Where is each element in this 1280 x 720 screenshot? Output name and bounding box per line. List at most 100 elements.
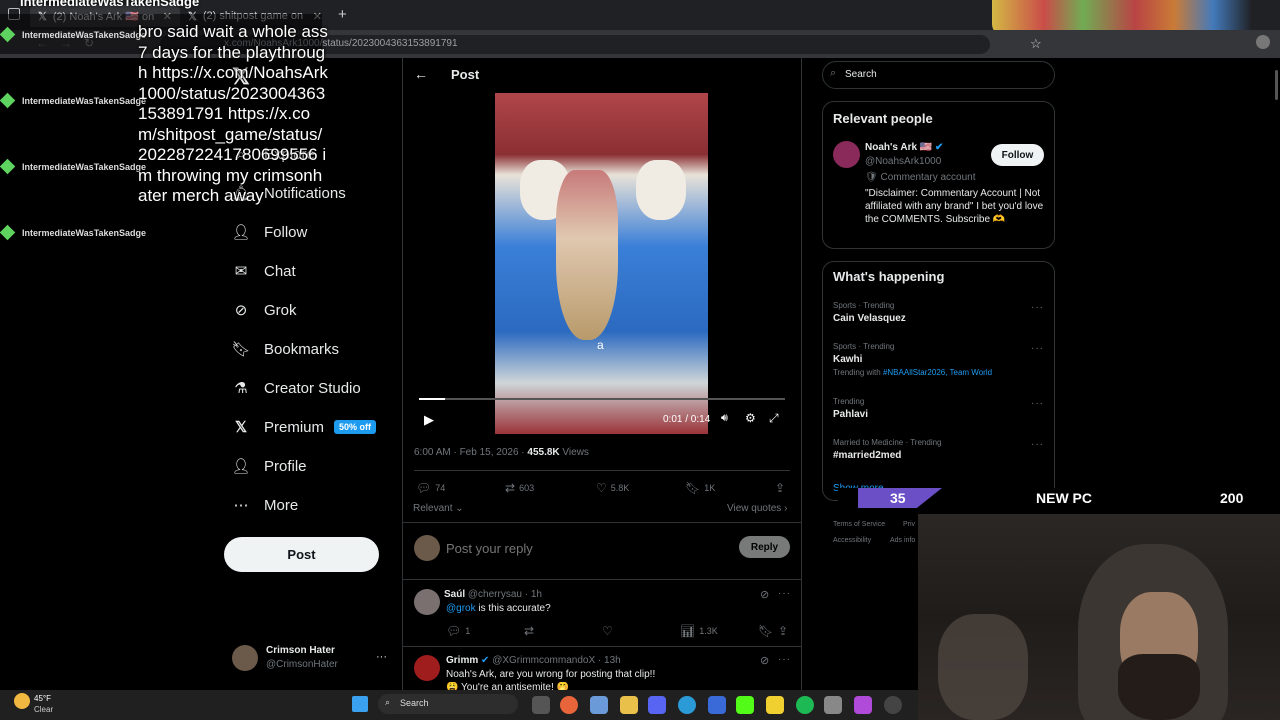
- more-icon[interactable]: ···: [778, 588, 791, 599]
- app-icon[interactable]: [824, 696, 842, 714]
- fullscreen-icon[interactable]: ⤢: [769, 411, 779, 426]
- follow-button[interactable]: Follow: [991, 144, 1044, 166]
- reply-avatar[interactable]: [414, 589, 440, 615]
- new-tab-button[interactable]: +: [338, 6, 347, 23]
- repost-action[interactable]: ⇄ 603: [505, 481, 534, 495]
- footer-link[interactable]: Accessibility: [833, 537, 871, 544]
- settings-gear-icon[interactable]: ⚙: [745, 411, 756, 425]
- sort-dropdown[interactable]: Relevant ⌄: [413, 503, 464, 514]
- firefox-icon[interactable]: [560, 696, 578, 714]
- trend-item[interactable]: Married to Medicine · Trending #married2…: [833, 438, 1045, 468]
- copilot-icon[interactable]: [590, 696, 608, 714]
- edge-icon[interactable]: [678, 696, 696, 714]
- trend-extra: Trending with #NBAAllStar2026, Team Worl…: [833, 368, 1045, 377]
- notes-icon[interactable]: [766, 696, 784, 714]
- kick-icon[interactable]: [736, 696, 754, 714]
- more-icon[interactable]: ···: [1031, 439, 1044, 450]
- folder-icon[interactable]: [620, 696, 638, 714]
- spotify-icon[interactable]: [796, 696, 814, 714]
- person-name-text: Noah's Ark 🇺🇸: [865, 142, 933, 153]
- post-button[interactable]: Post: [224, 537, 379, 572]
- stats-right-value: 200: [1220, 490, 1244, 506]
- weather-icon[interactable]: [14, 693, 30, 709]
- more-icon[interactable]: ···: [1031, 398, 1044, 409]
- reply-input[interactable]: [446, 537, 726, 559]
- more-icon[interactable]: ···: [1031, 343, 1044, 354]
- grok-icon[interactable]: ⊘: [760, 588, 769, 601]
- trend-hashtag-link[interactable]: #NBAAllStar2026, Team World: [883, 368, 992, 377]
- search-input[interactable]: Search: [822, 61, 1055, 89]
- repost-icon[interactable]: ⇄: [524, 624, 534, 638]
- reply-action[interactable]: 💬︎ 1: [446, 624, 470, 638]
- trend-item[interactable]: Trending Pahlavi: [833, 397, 1045, 427]
- bookmark-action[interactable]: 🔖︎ 1K: [685, 481, 715, 495]
- footer-link[interactable]: Terms of Service: [833, 521, 885, 528]
- nav-chat[interactable]: ✉ Chat: [232, 262, 296, 281]
- bookmark-star-icon[interactable]: ☆: [1030, 36, 1042, 52]
- grok-icon[interactable]: ⊘: [760, 654, 769, 667]
- composer-avatar: [414, 535, 440, 561]
- divider: [402, 522, 802, 523]
- back-arrow-icon[interactable]: ←: [414, 66, 428, 82]
- share-icon[interactable]: ⇪: [778, 624, 788, 638]
- bookmark-icon: 🔖︎: [685, 481, 701, 495]
- nav-creator-studio[interactable]: ⚗ Creator Studio: [232, 379, 360, 398]
- video-progress-track[interactable]: [419, 398, 785, 400]
- trend-category: Sports · Trending: [833, 301, 895, 310]
- person-avatar[interactable]: [833, 141, 860, 168]
- reply-action[interactable]: 💬︎ 74: [416, 481, 445, 495]
- stats-left-value: 35: [890, 490, 906, 506]
- bookmark-icon[interactable]: 🔖︎: [758, 624, 773, 638]
- reply-button[interactable]: Reply: [739, 536, 790, 558]
- discord-icon[interactable]: [648, 696, 666, 714]
- view-quotes-link[interactable]: View quotes ›: [727, 503, 787, 514]
- footer-link[interactable]: Priv: [903, 521, 915, 528]
- nav-profile[interactable]: 👤︎ Profile: [231, 457, 306, 476]
- store-icon[interactable]: [708, 696, 726, 714]
- views-action[interactable]: 📊︎ 1.3K: [680, 624, 718, 638]
- mention-link[interactable]: @grok: [446, 603, 476, 614]
- start-windows-icon[interactable]: [352, 696, 368, 712]
- taskbar-search[interactable]: ⌕ Search: [378, 694, 518, 714]
- overlay-chat-message: bro said wait a whole ass 7 days for the…: [138, 22, 328, 205]
- page-scrollbar[interactable]: [1275, 70, 1278, 100]
- mail-icon: ✉: [234, 263, 248, 280]
- nav-bookmarks[interactable]: 🔖︎ Bookmarks: [231, 340, 339, 359]
- trend-item[interactable]: Sports · Trending Kawhi Trending with #N…: [833, 342, 1045, 382]
- account-more-icon[interactable]: ···: [376, 651, 387, 663]
- search-icon: ⌕: [830, 67, 837, 79]
- chat-username: IntermediateWasTakenSadge: [22, 96, 147, 106]
- reply-avatar[interactable]: [414, 655, 440, 681]
- volume-icon[interactable]: 🔊︎: [721, 412, 728, 425]
- play-icon[interactable]: ▶: [424, 412, 434, 428]
- trend-item[interactable]: Sports · Trending Cain Velasquez: [833, 301, 1045, 331]
- webcam-feed: [918, 514, 1280, 720]
- grok-icon: ⊘: [234, 302, 248, 319]
- more-icon[interactable]: ···: [778, 654, 791, 665]
- person-name[interactable]: Noah's Ark 🇺🇸 ✔: [865, 142, 943, 153]
- trend-category: Trending: [833, 397, 865, 406]
- trend-category: Sports · Trending: [833, 342, 895, 351]
- account-avatar[interactable]: [232, 645, 258, 671]
- footer-link[interactable]: Ads info: [890, 537, 915, 544]
- trend-category: Married to Medicine · Trending: [833, 438, 942, 447]
- video-tooth-graphic: [636, 160, 686, 220]
- like-action[interactable]: ♡ 5.8K: [596, 481, 629, 495]
- share-icon[interactable]: ⇪: [775, 481, 785, 495]
- nav-premium[interactable]: 𝕏 Premium 50% off: [232, 418, 377, 436]
- nav-follow[interactable]: 👤︎ Follow: [231, 223, 307, 242]
- weather-temp: 45°F: [34, 694, 51, 703]
- reply-handle: @XGrimmcommandoX: [492, 655, 596, 666]
- app-icon[interactable]: [854, 696, 872, 714]
- reply-author: Grimm ✔ @XGrimmcommandoX · 13h: [446, 655, 621, 666]
- more-icon[interactable]: ···: [1031, 302, 1044, 313]
- profile-avatar-icon[interactable]: [1256, 35, 1270, 49]
- file-explorer-icon[interactable]: [532, 696, 550, 714]
- premium-discount-badge: 50% off: [334, 420, 377, 434]
- video-tooth-graphic: [556, 170, 618, 340]
- nav-grok[interactable]: ⊘ Grok: [232, 301, 297, 320]
- nav-more[interactable]: ⋯ More: [232, 496, 299, 515]
- chat-username: IntermediateWasTakenSadge: [22, 228, 147, 238]
- obs-icon[interactable]: [884, 696, 902, 714]
- heart-icon[interactable]: ♡: [602, 624, 613, 638]
